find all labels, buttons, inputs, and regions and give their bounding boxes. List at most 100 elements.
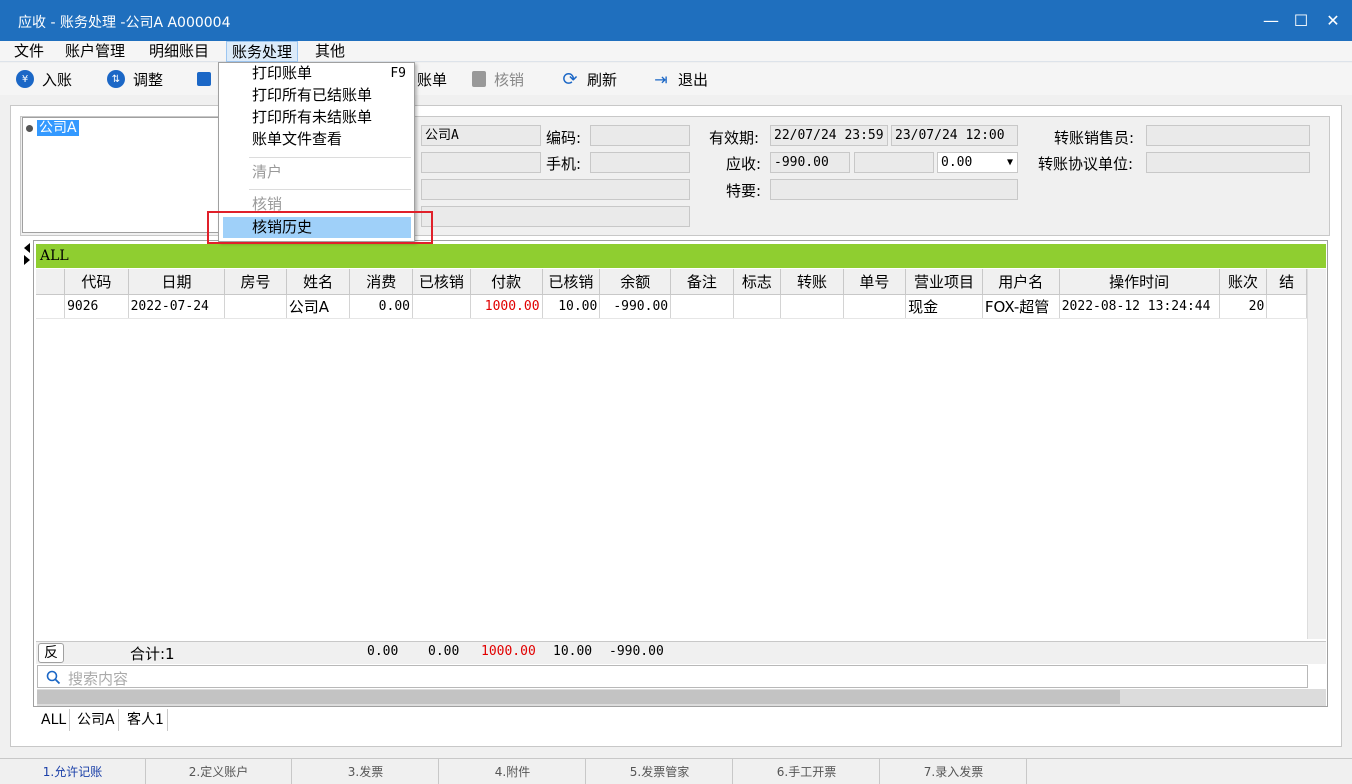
cell-transfer — [780, 294, 844, 319]
tree-bullet-icon — [26, 124, 33, 132]
code-field[interactable] — [590, 125, 690, 146]
print-bill-label: 打印账单 — [252, 64, 313, 82]
tree-node-label: 公司A — [37, 120, 79, 136]
receivable-extra-field[interactable] — [854, 152, 934, 173]
menu-detail-accounts[interactable]: 明细账目 — [144, 41, 214, 62]
close-icon[interactable]: ✕ — [1320, 8, 1346, 34]
tab-invoice[interactable]: 3.发票 — [293, 759, 439, 784]
remark-field[interactable] — [770, 179, 1018, 200]
menu-other[interactable]: 其他 — [310, 41, 350, 62]
col-header[interactable]: 日期 — [128, 269, 226, 295]
maximize-icon[interactable]: ☐ — [1288, 8, 1314, 34]
menu-accounting[interactable]: 账务处理 — [226, 41, 299, 62]
cell-payment: 1000.00 — [470, 294, 543, 319]
info-field-3[interactable] — [421, 179, 690, 200]
tab-invoice-manager[interactable]: 5.发票管家 — [587, 759, 733, 784]
menu-item-bill-file-view[interactable]: 账单文件查看 — [219, 129, 414, 150]
col-header[interactable]: 转账 — [780, 269, 844, 295]
writeoff-label: 核销 — [494, 70, 525, 89]
search-box[interactable]: 搜索内容 — [37, 665, 1308, 688]
menu-item-print-bill[interactable]: 打印账单 F9 — [219, 63, 414, 84]
tab-define-account[interactable]: 2.定义账户 — [146, 759, 292, 784]
col-header[interactable]: 结 — [1266, 269, 1307, 295]
menu-item-print-all-closed[interactable]: 打印所有已结账单 — [219, 85, 414, 106]
expand-right-icon[interactable] — [24, 255, 30, 265]
sales-field[interactable] — [1146, 125, 1310, 146]
tree-node[interactable]: 公司A — [26, 120, 79, 136]
col-header[interactable]: 备注 — [670, 269, 734, 295]
col-header[interactable]: 已核销 — [542, 269, 601, 295]
yen-icon: ¥ — [16, 70, 34, 88]
name-field[interactable]: 公司A — [421, 125, 541, 146]
writeoff-button[interactable]: 核销 — [472, 67, 524, 91]
post-button[interactable]: ¥ 入账 — [16, 67, 72, 91]
receivable-label: 应收: — [726, 155, 762, 173]
col-header[interactable] — [36, 269, 66, 295]
rate-value: 0.00 — [941, 155, 973, 170]
shortcut-key: F9 — [390, 66, 406, 81]
col-header[interactable]: 用户名 — [982, 269, 1060, 295]
phone-label: 手机: — [546, 155, 582, 173]
col-header[interactable]: 余额 — [599, 269, 672, 295]
table-header: 代码 日期 房号 姓名 消费 已核销 付款 已核销 余额 备注 标志 转账 单号… — [36, 269, 1307, 295]
col-header[interactable]: 付款 — [470, 269, 543, 295]
col-header[interactable]: 房号 — [224, 269, 287, 295]
adjust-button[interactable]: ⇅ 调整 — [107, 67, 163, 91]
tab-manual-invoice[interactable]: 6.手工开票 — [734, 759, 880, 784]
collapse-left-icon[interactable] — [24, 243, 30, 253]
bottom-tab-bar: 1.允许记账 2.定义账户 3.发票 4.附件 5.发票管家 6.手工开票 7.… — [0, 758, 1352, 784]
cell-consume: 0.00 — [349, 294, 413, 319]
tab-attachment[interactable]: 4.附件 — [440, 759, 586, 784]
col-header[interactable]: 已核销 — [412, 269, 471, 295]
group-tab-all[interactable]: ALL — [38, 709, 71, 731]
cell-user: FOX-超管 — [982, 294, 1060, 319]
info-field-4[interactable] — [421, 206, 690, 227]
cell-written-off — [412, 294, 471, 319]
group-tab-company-a[interactable]: 公司A — [74, 709, 119, 731]
horizontal-scroll-thumb[interactable] — [37, 690, 1120, 704]
account-tree[interactable]: 公司A — [22, 117, 228, 233]
col-header[interactable]: 代码 — [64, 269, 129, 295]
rate-select[interactable]: 0.00 ▼ — [937, 152, 1018, 173]
valid-to-field[interactable]: 23/07/24 12:00 — [891, 125, 1018, 146]
menu-account-management[interactable]: 账户管理 — [60, 41, 130, 62]
summary-payment-written-off: 10.00 — [553, 644, 593, 659]
col-header[interactable]: 标志 — [733, 269, 782, 295]
valid-from-field[interactable]: 22/07/24 23:59 — [770, 125, 888, 146]
col-header[interactable]: 营业项目 — [905, 269, 983, 295]
refresh-label: 刷新 — [587, 70, 618, 89]
tab-allow-credit[interactable]: 1.允许记账 — [0, 759, 146, 784]
vertical-scrollbar[interactable] — [1307, 269, 1326, 639]
refresh-button[interactable]: ⟳ 刷新 — [561, 67, 617, 91]
summary-consume: 0.00 — [367, 644, 399, 659]
chevron-down-icon[interactable]: ▼ — [1007, 153, 1013, 172]
info-field-2[interactable] — [421, 152, 541, 173]
search-input[interactable]: 搜索内容 — [68, 668, 128, 689]
table-row[interactable]: 9026 2022-07-24 公司A 0.00 1000.00 10.00 -… — [36, 294, 1307, 319]
menu-item-clear-account[interactable]: 清户 — [219, 162, 414, 183]
group-tab-guest-1[interactable]: 客人1 — [124, 709, 168, 731]
col-header[interactable]: 姓名 — [286, 269, 351, 295]
bill-button-label[interactable]: 账单 — [417, 67, 447, 91]
tab-enter-invoice[interactable]: 7.录入发票 — [881, 759, 1027, 784]
summary-total: 合计:1 — [130, 645, 175, 663]
bill-button[interactable] — [197, 67, 219, 91]
receivable-field[interactable]: -990.00 — [770, 152, 850, 173]
remark-label: 特要: — [726, 182, 762, 200]
col-header[interactable]: 消费 — [349, 269, 413, 295]
menu-item-print-all-open[interactable]: 打印所有未结账单 — [219, 107, 414, 128]
col-header[interactable]: 操作时间 — [1059, 269, 1220, 295]
minimize-icon[interactable]: — — [1258, 8, 1284, 34]
col-header[interactable]: 单号 — [843, 269, 907, 295]
document-icon — [472, 71, 486, 87]
exit-button[interactable]: ⇥ 退出 — [652, 67, 708, 91]
reverse-button[interactable]: 反 — [38, 643, 64, 663]
cell-count: 20 — [1219, 294, 1268, 319]
col-header[interactable]: 账次 — [1219, 269, 1268, 295]
summary-payment: 1000.00 — [481, 644, 536, 659]
bill-icon — [197, 72, 211, 86]
unit-field[interactable] — [1146, 152, 1310, 173]
phone-field[interactable] — [590, 152, 690, 173]
menu-file[interactable]: 文件 — [9, 41, 49, 62]
ledger-grid[interactable]: 代码 日期 房号 姓名 消费 已核销 付款 已核销 余额 备注 标志 转账 单号… — [36, 269, 1307, 639]
